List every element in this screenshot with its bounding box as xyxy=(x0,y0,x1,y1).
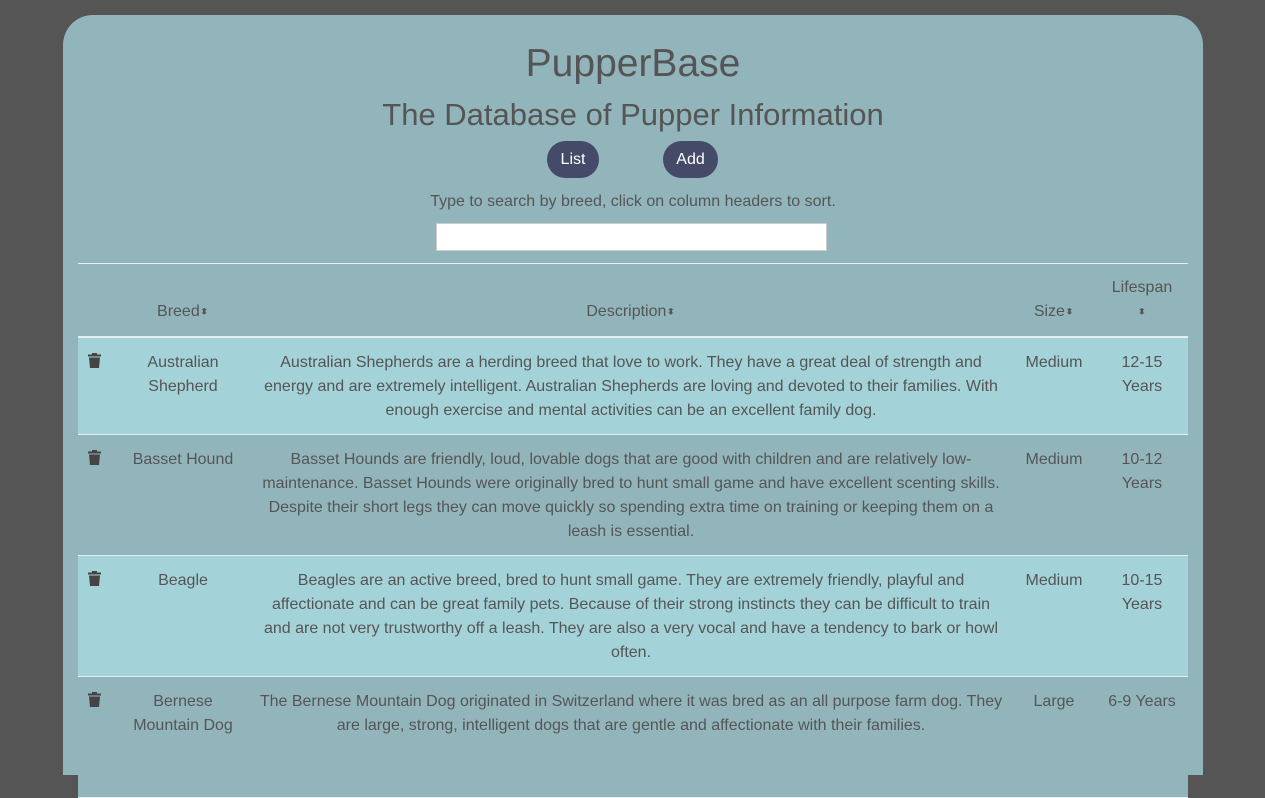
table-body: Australian Shepherd Australian Shepherds… xyxy=(78,338,1188,798)
table-row: Basset Hound Basset Hounds are friendly,… xyxy=(78,435,1188,556)
table-row: Bernese Mountain Dog The Bernese Mountai… xyxy=(78,677,1188,798)
column-header-label: Description xyxy=(586,303,667,320)
sort-icon: ⬍ xyxy=(199,306,209,317)
search-hint: Type to search by breed, click on column… xyxy=(430,193,836,210)
size-cell: Medium xyxy=(1025,451,1083,468)
table-row: Beagle Beagles are an active breed, bred… xyxy=(78,556,1188,677)
trash-icon[interactable] xyxy=(88,353,106,368)
description-cell: Basset Hounds are friendly, loud, lovabl… xyxy=(262,451,1000,540)
table-header: Breed⬍ Description⬍ Size⬍ Lifespan ⬍ xyxy=(78,264,1188,338)
breed-cell: Basset Hound xyxy=(132,451,234,468)
table-row: Australian Shepherd Australian Shepherds… xyxy=(78,338,1188,435)
search-input[interactable] xyxy=(436,223,827,251)
size-cell: Medium xyxy=(1025,354,1083,371)
breed-cell: Bernese Mountain Dog xyxy=(133,693,233,734)
main-card: PupperBase The Database of Pupper Inform… xyxy=(63,15,1203,798)
lifespan-cell: 10-12 Years xyxy=(1121,451,1163,492)
sort-icon: ⬍ xyxy=(666,306,676,317)
app-subtitle: The Database of Pupper Information xyxy=(382,97,884,132)
lifespan-cell: 6-9 Years xyxy=(1108,693,1176,710)
sort-icon: ⬍ xyxy=(1137,306,1147,317)
lifespan-cell: 12-15 Years xyxy=(1121,354,1163,395)
description-cell: The Bernese Mountain Dog originated in S… xyxy=(259,693,1003,734)
app-title: PupperBase xyxy=(525,42,741,85)
trash-icon[interactable] xyxy=(88,692,106,707)
size-cell: Medium xyxy=(1025,572,1083,589)
description-cell: Beagles are an active breed, bred to hun… xyxy=(263,572,999,661)
add-button[interactable]: Add xyxy=(663,141,718,178)
trash-icon[interactable] xyxy=(88,571,106,586)
column-header-label: Breed xyxy=(157,303,200,320)
sort-icon: ⬍ xyxy=(1064,306,1075,317)
column-header-lifespan[interactable]: Lifespan ⬍ xyxy=(1103,276,1181,324)
column-header-size[interactable]: Size⬍ xyxy=(1013,300,1095,324)
column-header-breed[interactable]: Breed⬍ xyxy=(123,300,243,324)
column-header-label: Size xyxy=(1033,303,1065,320)
breed-cell: Australian Shepherd xyxy=(147,354,219,395)
column-header-label: Lifespan xyxy=(1111,279,1173,296)
trash-icon[interactable] xyxy=(88,450,106,465)
list-button[interactable]: List xyxy=(547,141,599,178)
lifespan-cell: 10-15 Years xyxy=(1121,572,1163,613)
size-cell: Large xyxy=(1033,693,1075,710)
column-header-description[interactable]: Description⬍ xyxy=(258,300,1004,324)
description-cell: Australian Shepherds are a herding breed… xyxy=(264,354,998,419)
breed-cell: Beagle xyxy=(158,572,208,589)
